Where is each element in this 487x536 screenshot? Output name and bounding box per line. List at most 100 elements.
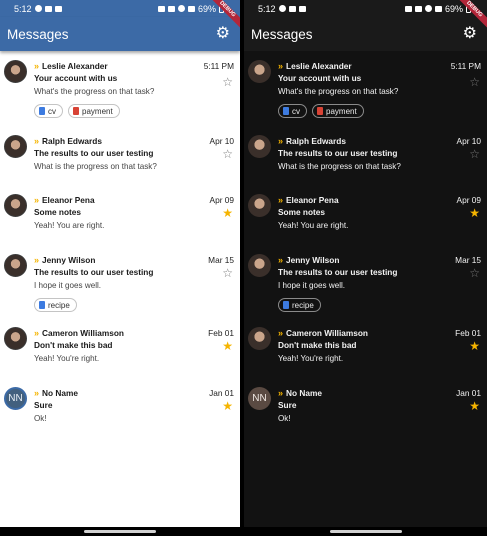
notification-icon	[278, 5, 286, 12]
message-content: » Ralph Edwards Apr 10 The results to ou…	[34, 128, 240, 172]
debug-banner: DEBUG	[206, 0, 240, 34]
sender-name: Jenny Wilson	[42, 254, 96, 265]
star-outline-icon[interactable]: ☆	[222, 267, 233, 279]
attachment-name: cv	[292, 106, 300, 116]
important-chevron-icon: »	[34, 60, 39, 71]
star-outline-icon[interactable]: ☆	[469, 148, 480, 160]
file-icon	[39, 301, 45, 309]
message-content: » Jenny Wilson Mar 15 The results to our…	[278, 247, 487, 312]
message-header: » Cameron Williamson Feb 01	[278, 326, 487, 339]
message-preview: Ok!	[278, 414, 291, 423]
attachment-chip[interactable]: cv	[278, 104, 307, 118]
star-filled-icon[interactable]: ★	[222, 340, 233, 352]
attachment-name: cv	[48, 106, 56, 116]
star-filled-icon[interactable]: ★	[469, 207, 480, 219]
message-list-item[interactable]: » Eleanor Pena Apr 09 Some notes Yeah! Y…	[244, 187, 487, 230]
star-filled-icon[interactable]: ★	[469, 400, 480, 412]
message-list-item[interactable]: NN » No Name Jan 01 Sure Ok! ★	[0, 380, 240, 423]
star-filled-icon[interactable]: ★	[469, 340, 480, 352]
important-chevron-icon: »	[278, 135, 283, 146]
important-chevron-icon: »	[278, 60, 283, 71]
message-list-item[interactable]: » Ralph Edwards Apr 10 The results to ou…	[0, 128, 240, 171]
status-time: 5:12	[14, 3, 32, 14]
message-subject: Don't make this bad	[34, 340, 113, 350]
avatar	[4, 254, 27, 277]
message-list-item[interactable]: » Cameron Williamson Feb 01 Don't make t…	[244, 320, 487, 363]
mail-icon	[54, 5, 62, 12]
message-list-item[interactable]: » Leslie Alexander 5:11 PM Your account …	[244, 53, 487, 118]
message-list-item[interactable]: » Cameron Williamson Feb 01 Don't make t…	[0, 320, 240, 363]
message-header: » Leslie Alexander 5:11 PM	[34, 59, 240, 72]
attachment-chip[interactable]: payment	[68, 104, 120, 118]
wifi-icon	[177, 5, 185, 12]
sender: » Ralph Edwards	[34, 136, 102, 146]
file-icon	[317, 107, 323, 115]
mute-icon	[414, 5, 422, 12]
message-subject: Sure	[34, 400, 53, 410]
status-bar: 5:12 69% DEBUG	[0, 0, 240, 30]
message-header: » No Name Jan 01	[278, 386, 487, 399]
debug-banner: DEBUG	[453, 0, 487, 34]
avatar	[4, 135, 27, 158]
message-list-item[interactable]: » Leslie Alexander 5:11 PM Your account …	[0, 53, 240, 118]
message-content: » Cameron Williamson Feb 01 Don't make t…	[278, 320, 487, 364]
avatar	[4, 60, 27, 83]
message-list-item[interactable]: » Jenny Wilson Mar 15 The results to our…	[244, 247, 487, 312]
star-outline-icon[interactable]: ☆	[222, 76, 233, 88]
app-bar: Messages ⚙	[244, 17, 487, 51]
star-filled-icon[interactable]: ★	[222, 400, 233, 412]
sender: » Jenny Wilson	[34, 255, 95, 265]
notification-icon	[34, 5, 42, 12]
sender-name: Leslie Alexander	[42, 60, 108, 71]
home-gesture-pill[interactable]	[84, 530, 156, 533]
message-date: Jan 01	[209, 387, 234, 398]
message-content: » Eleanor Pena Apr 09 Some notes Yeah! Y…	[278, 187, 487, 231]
message-preview: I hope it goes well.	[278, 281, 346, 290]
home-gesture-pill[interactable]	[329, 530, 402, 533]
page-title: Messages	[251, 26, 313, 42]
message-preview: Yeah! You are right.	[34, 221, 105, 230]
star-outline-icon[interactable]: ☆	[469, 267, 480, 279]
sender-name: Cameron Williamson	[42, 327, 125, 338]
file-icon	[39, 107, 45, 115]
sender: » Ralph Edwards	[278, 136, 346, 146]
attachment-chip[interactable]: cv	[34, 104, 63, 118]
message-header: » Jenny Wilson Mar 15	[278, 253, 487, 266]
attachment-chips: recipe	[34, 298, 240, 312]
attachment-chips: cv payment	[278, 104, 487, 118]
avatar	[248, 135, 271, 158]
attachment-chip[interactable]: recipe	[278, 298, 321, 312]
file-icon	[73, 107, 79, 115]
important-chevron-icon: »	[34, 327, 39, 338]
star-outline-icon[interactable]: ☆	[469, 76, 480, 88]
attachment-chip[interactable]: payment	[312, 104, 364, 118]
message-date: Apr 10	[456, 135, 481, 146]
sender-name: Cameron Williamson	[286, 327, 369, 338]
message-preview: I hope it goes well.	[34, 281, 102, 290]
important-chevron-icon: »	[278, 327, 283, 338]
message-list-item[interactable]: » Eleanor Pena Apr 09 Some notes Yeah! Y…	[0, 187, 240, 230]
message-date: Mar 15	[455, 254, 481, 265]
alarm-icon	[157, 5, 165, 12]
status-left: 5:12	[258, 4, 306, 14]
message-subject: Don't make this bad	[278, 340, 357, 350]
message-list-item[interactable]: » Ralph Edwards Apr 10 The results to ou…	[244, 128, 487, 171]
attachment-name: recipe	[292, 300, 314, 310]
message-subject: Sure	[278, 400, 297, 410]
message-list-item[interactable]: NN » No Name Jan 01 Sure Ok! ★	[244, 380, 487, 423]
message-preview: Yeah! You're right.	[278, 354, 344, 363]
message-subject: The results to our user testing	[34, 148, 154, 158]
attachment-name: recipe	[48, 300, 70, 310]
message-list-item[interactable]: » Jenny Wilson Mar 15 The results to our…	[0, 247, 240, 312]
star-outline-icon[interactable]: ☆	[222, 148, 233, 160]
app-bar: Messages ⚙	[0, 17, 240, 51]
message-header: » Ralph Edwards Apr 10	[278, 134, 487, 147]
avatar-initials: NN	[252, 393, 267, 404]
youtube-icon	[288, 5, 296, 12]
message-header: » Eleanor Pena Apr 09	[34, 193, 240, 206]
star-filled-icon[interactable]: ★	[222, 207, 233, 219]
attachment-chip[interactable]: recipe	[34, 298, 77, 312]
sender: » Leslie Alexander	[278, 61, 352, 71]
sender: » Cameron Williamson	[34, 328, 124, 338]
sender: » Cameron Williamson	[278, 328, 368, 338]
